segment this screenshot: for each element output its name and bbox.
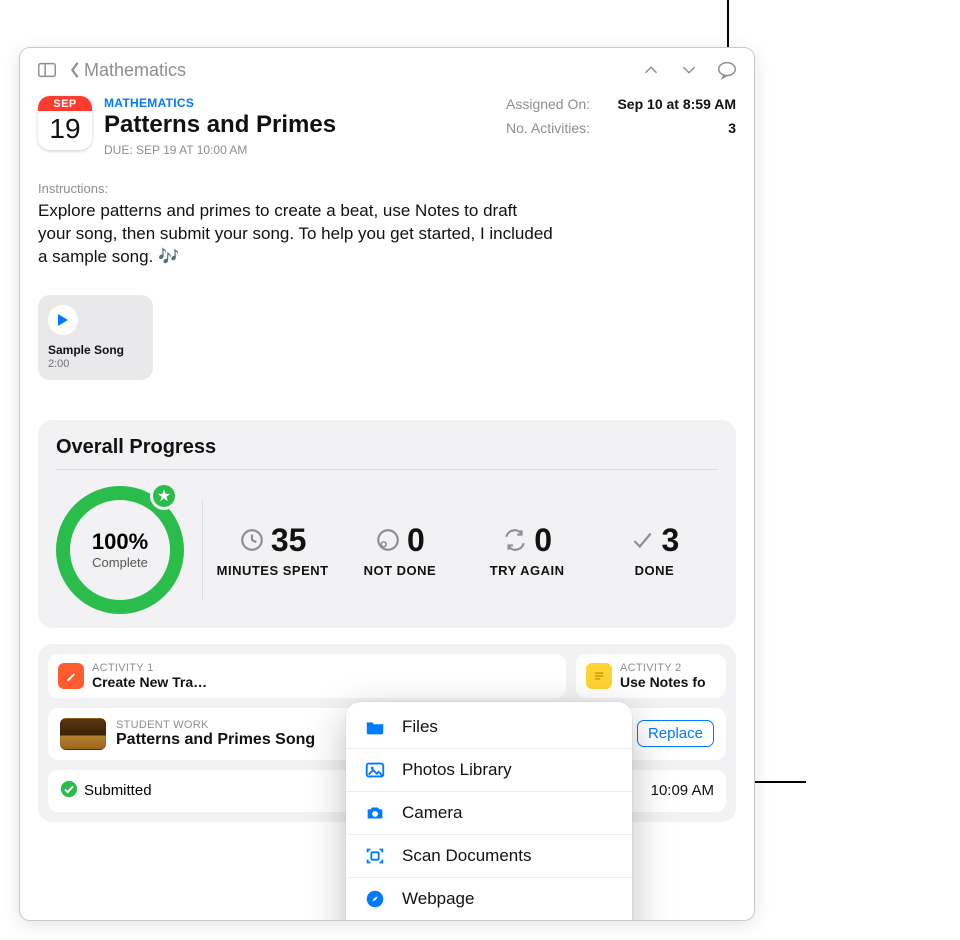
app-window: Mathematics SEP 19 MATHEMATICS Patterns …: [20, 48, 754, 920]
activity-item-1[interactable]: ACTIVITY 1 Create New Tra…: [48, 654, 566, 698]
folder-icon: [362, 716, 388, 738]
progress-title: Overall Progress: [56, 436, 718, 459]
menu-label: Webpage: [402, 889, 474, 909]
instructions-text: Explore patterns and primes to create a …: [20, 200, 754, 279]
assigned-on-label: Assigned On:: [506, 96, 590, 112]
menu-item-scan[interactable]: Scan Documents: [346, 834, 632, 877]
stat-notdone-label: NOT DONE: [336, 563, 463, 578]
calendar-day: 19: [38, 111, 92, 147]
garageband-icon: [58, 663, 84, 689]
stat-minutes-label: MINUTES SPENT: [209, 563, 336, 578]
play-icon[interactable]: [48, 305, 78, 335]
assigned-on-value: Sep 10 at 8:59 AM: [617, 96, 736, 112]
activity-2-label: ACTIVITY 2: [620, 662, 706, 674]
activities-label: No. Activities:: [506, 120, 590, 136]
stat-done: 3 DONE: [591, 522, 718, 578]
activity-1-label: ACTIVITY 1: [92, 662, 207, 674]
attachment-source-popover: Files Photos Library Camera Scan Documen…: [346, 702, 632, 920]
activity-2-name: Use Notes fo: [620, 674, 706, 690]
safari-icon: [362, 888, 388, 910]
back-label: Mathematics: [84, 60, 186, 81]
sidebar-toggle-icon[interactable]: [30, 53, 64, 87]
calendar-icon: SEP 19: [38, 96, 92, 150]
stat-notdone: 0 NOT DONE: [336, 522, 463, 578]
assignment-title: Patterns and Primes: [104, 111, 494, 139]
menu-label: Scan Documents: [402, 846, 531, 866]
attachment-name: Sample Song: [48, 343, 143, 357]
stat-done-label: DONE: [591, 563, 718, 578]
photo-icon: [362, 759, 388, 781]
back-button[interactable]: Mathematics: [68, 60, 186, 81]
assignment-header: SEP 19 MATHEMATICS Patterns and Primes D…: [20, 92, 754, 167]
next-icon[interactable]: [672, 53, 706, 87]
due-text: DUE: SEP 19 AT 10:00 AM: [104, 143, 494, 157]
subject-eyebrow: MATHEMATICS: [104, 96, 494, 110]
stat-minutes-value: 35: [271, 522, 307, 559]
stat-minutes: 35 MINUTES SPENT: [209, 522, 336, 578]
progress-complete-label: Complete: [92, 555, 148, 570]
scan-icon: [362, 845, 388, 867]
menu-item-files[interactable]: Files: [346, 706, 632, 748]
clock-icon: [239, 527, 265, 553]
menu-item-webpage[interactable]: Webpage: [346, 877, 632, 920]
instructions-label: Instructions:: [20, 167, 754, 200]
menu-label: Camera: [402, 803, 462, 823]
progress-percent: 100%: [92, 529, 148, 555]
activity-item-2[interactable]: ACTIVITY 2 Use Notes fo: [576, 654, 726, 698]
messages-icon[interactable]: [710, 53, 744, 87]
activity-1-name: Create New Tra…: [92, 674, 207, 690]
status-time: 10:09 AM: [651, 782, 714, 799]
stat-tryagain: 0 TRY AGAIN: [464, 522, 591, 578]
calendar-month: SEP: [38, 96, 92, 111]
status-text: Submitted: [84, 782, 152, 799]
divider: [56, 469, 718, 470]
stat-tryagain-value: 0: [534, 522, 552, 559]
retry-icon: [502, 527, 528, 553]
menu-item-photos[interactable]: Photos Library: [346, 748, 632, 791]
stat-done-value: 3: [661, 522, 679, 559]
camera-icon: [362, 802, 388, 824]
activities-value: 3: [728, 120, 736, 136]
song-thumbnail: [60, 718, 106, 750]
progress-card: Overall Progress ★ 100% Complete 35 MINU…: [38, 420, 736, 628]
menu-label: Files: [402, 717, 438, 737]
menu-item-camera[interactable]: Camera: [346, 791, 632, 834]
attachment-card[interactable]: Sample Song 2:00: [38, 295, 153, 380]
progress-ring: ★ 100% Complete: [56, 486, 184, 614]
previous-icon[interactable]: [634, 53, 668, 87]
replace-button[interactable]: Replace: [637, 720, 714, 747]
check-icon: [629, 527, 655, 553]
notes-icon: [586, 663, 612, 689]
menu-label: Photos Library: [402, 760, 512, 780]
stat-tryagain-label: TRY AGAIN: [464, 563, 591, 578]
notdone-icon: [375, 527, 401, 553]
attachment-duration: 2:00: [48, 358, 143, 370]
divider: [202, 500, 203, 600]
stat-notdone-value: 0: [407, 522, 425, 559]
success-check-icon: [60, 780, 78, 802]
toolbar: Mathematics: [20, 48, 754, 92]
callout-line: [727, 0, 729, 54]
